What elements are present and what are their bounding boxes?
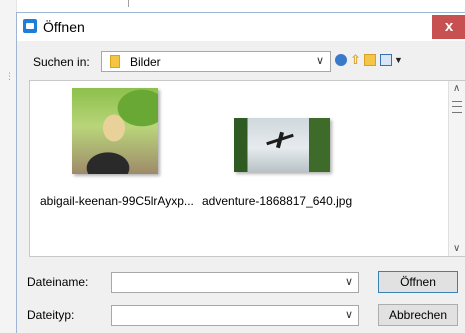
file-list[interactable]: abigail-keenan-99C5lrAyxp... adventure-1… [29, 80, 465, 257]
view-menu-icon[interactable] [380, 54, 392, 66]
scroll-thumb[interactable] [452, 101, 462, 113]
folder-icon [110, 55, 120, 68]
look-in-label: Suchen in: [33, 55, 90, 69]
scroll-up-icon[interactable]: ∧ [453, 83, 460, 94]
new-folder-icon[interactable] [364, 54, 376, 66]
vertical-scrollbar[interactable]: ∧ ∨ [448, 81, 465, 256]
filetype-dropdown[interactable]: ∨ [111, 305, 359, 326]
filetype-label: Dateityp: [27, 308, 75, 322]
filename-label: Dateiname: [27, 275, 89, 289]
file-thumbnail-abigail[interactable] [72, 88, 158, 174]
background-window-edge: ⋮ [0, 0, 17, 333]
grip-dots: ⋮ [5, 71, 14, 81]
title-bar[interactable]: Öffnen x [17, 13, 465, 41]
chevron-down-icon: ∨ [344, 309, 353, 321]
scroll-down-icon[interactable]: ∨ [453, 243, 460, 254]
app-icon [23, 19, 37, 33]
view-dropdown-arrow-icon[interactable]: ▼ [394, 54, 406, 66]
close-button[interactable]: x [432, 15, 465, 39]
back-icon[interactable] [335, 54, 347, 66]
look-in-dropdown[interactable]: Bilder ∨ [101, 51, 331, 72]
up-folder-icon[interactable]: ⇧ [350, 53, 362, 66]
open-dialog: Öffnen x Suchen in: Bilder ∨ ⇧ ▼ abigail… [16, 12, 465, 333]
filename-input[interactable]: ∨ [111, 272, 359, 293]
look-in-value: Bilder [130, 55, 161, 69]
background-divider [128, 0, 129, 7]
file-thumbnail-adventure[interactable] [234, 118, 330, 172]
cancel-button[interactable]: Abbrechen [378, 304, 458, 326]
open-button[interactable]: Öffnen [378, 271, 458, 293]
dialog-title: Öffnen [43, 19, 85, 35]
file-name-adventure[interactable]: adventure-1868817_640.jpg [202, 194, 352, 208]
chevron-down-icon: ∨ [315, 55, 324, 67]
jumping-figure [266, 132, 294, 150]
chevron-down-icon: ∨ [344, 276, 353, 288]
file-name-abigail[interactable]: abigail-keenan-99C5lrAyxp... [40, 194, 194, 208]
